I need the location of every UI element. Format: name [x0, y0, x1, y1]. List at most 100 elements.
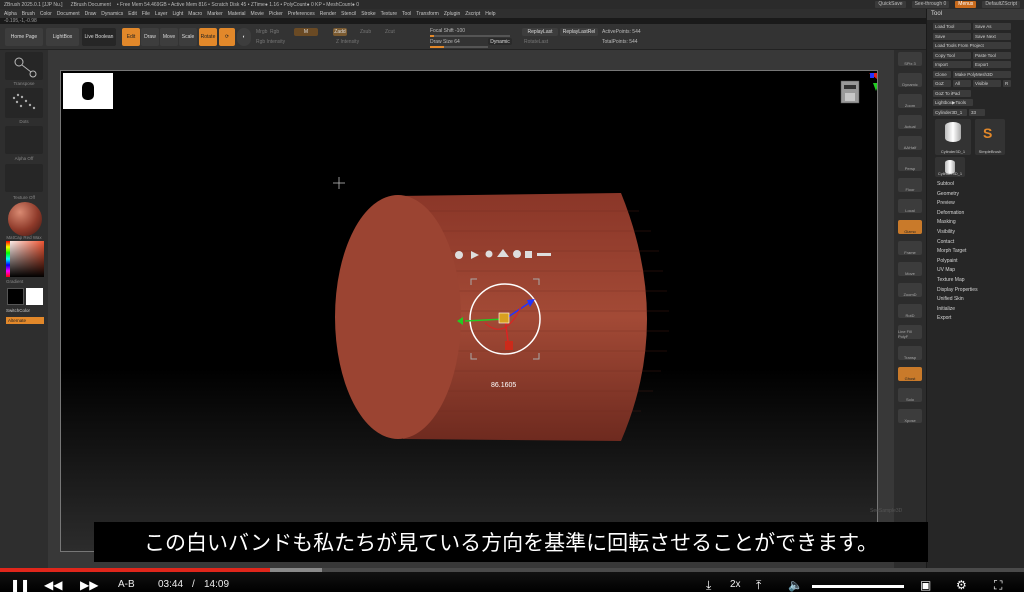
menus-button[interactable]: Menus — [955, 1, 977, 8]
tool-lightbox-tools-button[interactable]: Lightbox▶Tools — [933, 99, 973, 106]
secondary-color-swatch[interactable] — [26, 288, 43, 305]
gizmo-more-icon[interactable] — [537, 253, 551, 256]
tool-export-button[interactable]: Export — [973, 61, 1011, 68]
focal-shift-track[interactable] — [430, 35, 510, 37]
shelf-button-transp[interactable]: Transp — [898, 346, 922, 360]
shelf-button-xpose[interactable]: Xpose — [898, 409, 922, 423]
menu-color[interactable]: Color — [40, 11, 52, 17]
shelf-button-gizmo[interactable]: Gizmo — [898, 220, 922, 234]
live-boolean-button[interactable]: Live Boolean — [82, 28, 116, 46]
tool-thumbnail[interactable]: Cylinder3D_1 — [935, 157, 965, 177]
tool-menu-subtool[interactable]: Subtool — [937, 181, 954, 187]
download-icon[interactable]: ⤓ — [706, 578, 711, 592]
scale-button[interactable]: Scale — [179, 28, 197, 46]
tool-menu-contact[interactable]: Contact — [937, 239, 954, 245]
menu-movie[interactable]: Movie — [251, 11, 264, 17]
fullscreen-icon[interactable]: ⛶ — [994, 578, 1002, 592]
tool-menu-morph-target[interactable]: Morph Target — [937, 248, 966, 254]
menu-edit[interactable]: Edit — [128, 11, 137, 17]
fast-forward-icon[interactable]: ▶▶ — [80, 578, 98, 592]
shelf-button-zoom[interactable]: Zoom — [898, 94, 922, 108]
tool-r-button[interactable]: R — [1003, 80, 1011, 87]
tool-save-as-button[interactable]: Save As — [973, 23, 1011, 30]
menu-tool[interactable]: Tool — [402, 11, 411, 17]
material-swatch[interactable] — [8, 202, 42, 236]
menu-transform[interactable]: Transform — [416, 11, 439, 17]
zsub-toggle[interactable]: Zsub — [360, 29, 371, 35]
stroke-selector[interactable] — [5, 88, 43, 118]
gizmo-reset-icon[interactable] — [513, 250, 521, 258]
shelf-button-frame[interactable]: Frame — [898, 241, 922, 255]
tool-menu-export[interactable]: Export — [937, 315, 951, 321]
alternate-button[interactable]: Alternate — [6, 317, 44, 324]
gizmo-icon[interactable]: ⟳ — [219, 28, 235, 46]
shelf-button-move[interactable]: Move — [898, 262, 922, 276]
menu-zplugin[interactable]: Zplugin — [444, 11, 460, 17]
navigation-cube-icon[interactable] — [840, 73, 878, 104]
alpha-selector[interactable] — [5, 126, 43, 154]
tool-visible-button[interactable]: Visible — [973, 80, 1001, 87]
switch-color-button[interactable]: SwitchColor — [0, 308, 48, 313]
shelf-button-ghost[interactable]: Ghost — [898, 367, 922, 381]
menu-dynamics[interactable]: Dynamics — [101, 11, 123, 17]
picture-in-picture-icon[interactable]: ▣ — [920, 578, 931, 592]
progress-bar[interactable] — [0, 568, 1024, 572]
gizmo-settings-icon[interactable] — [455, 251, 463, 259]
volume-slider[interactable] — [812, 585, 904, 588]
shelf-button-zoomd[interactable]: ZoomD — [898, 283, 922, 297]
menu-file[interactable]: File — [142, 11, 150, 17]
tool-all-button[interactable]: All — [953, 80, 971, 87]
tool-menu-texture-map[interactable]: Texture Map — [937, 277, 965, 283]
tool-panel-header[interactable]: Tool — [927, 9, 1024, 20]
tool-goz-button[interactable]: GoZ — [933, 80, 951, 87]
menu-zscript[interactable]: Zscript — [465, 11, 480, 17]
shelf-button-actual[interactable]: Actual — [898, 115, 922, 129]
focal-shift-slider[interactable]: Focal Shift -100 — [430, 28, 465, 34]
tool-save-next-button[interactable]: Save Next — [973, 32, 1011, 40]
tool-load-tools-from-project-button[interactable]: Load Tools From Project — [933, 42, 1011, 49]
menu-render[interactable]: Render — [320, 11, 336, 17]
tool-menu-geometry[interactable]: Geometry — [937, 191, 959, 197]
menu-material[interactable]: Material — [228, 11, 246, 17]
zscript-button[interactable]: DefaultZScript — [982, 1, 1020, 8]
tool-load-tool-button[interactable]: Load Tool — [933, 23, 971, 30]
move-button[interactable]: Move — [160, 28, 178, 46]
volume-icon[interactable]: 🔈 — [788, 578, 803, 592]
tool-menu-polypaint[interactable]: Polypaint — [937, 258, 958, 264]
shelf-button-spix-3[interactable]: SPix 3 — [898, 52, 922, 66]
tool-menu-preview[interactable]: Preview — [937, 200, 955, 206]
draw-button[interactable]: Draw — [141, 28, 159, 46]
quicksave-button[interactable]: QuickSave — [875, 1, 906, 8]
shelf-button-rotd[interactable]: RotD — [898, 304, 922, 318]
tool-menu-uv-map[interactable]: UV Map — [937, 267, 955, 273]
menu-draw[interactable]: Draw — [85, 11, 97, 17]
menu-preferences[interactable]: Preferences — [288, 11, 315, 17]
tool-copy-tool-button[interactable]: Copy Tool — [933, 51, 971, 59]
menu-marker[interactable]: Marker — [207, 11, 223, 17]
menu-layer[interactable]: Layer — [155, 11, 168, 17]
shelf-button-dynamic[interactable]: Dynamic — [898, 73, 922, 87]
tool-import-button[interactable]: Import — [933, 61, 971, 68]
ab-repeat-button[interactable]: A-B — [118, 579, 135, 590]
tool-menu-unified-skin[interactable]: Unified Skin — [937, 296, 964, 302]
shelf-button-line-fill-polyf[interactable]: Line Fill PolyF — [898, 325, 922, 339]
menu-light[interactable]: Light — [172, 11, 183, 17]
tool-paste-tool-button[interactable]: Paste Tool — [973, 51, 1011, 59]
mrgb-toggle[interactable]: Mrgb — [256, 29, 267, 35]
dynamic-button[interactable]: Dynamic — [488, 38, 512, 45]
draw-size-track[interactable] — [430, 46, 488, 48]
replay-last-rel-button[interactable]: ReplayLastRel — [560, 28, 598, 36]
shelf-button-aahalf[interactable]: AAHalf — [898, 136, 922, 150]
tool-menu-initialize[interactable]: Initialize — [937, 306, 955, 312]
tool-menu-display-properties[interactable]: Display Properties — [937, 287, 978, 293]
upload-icon[interactable]: ⤒ — [756, 578, 761, 592]
rewind-icon[interactable]: ◀◀ — [44, 578, 62, 592]
shelf-button-floor[interactable]: Floor — [898, 178, 922, 192]
zadd-toggle[interactable]: Zadd — [333, 28, 347, 36]
menu-stroke[interactable]: Stroke — [361, 11, 375, 17]
tool-33-button[interactable]: 33 — [969, 108, 985, 116]
material-sphere-icon[interactable]: ◐ — [237, 28, 251, 46]
tool-cylinder3d-1-button[interactable]: Cylinder3D_1 — [933, 108, 967, 116]
replay-last-button[interactable]: ReplayLast — [522, 28, 558, 36]
menu-texture[interactable]: Texture — [381, 11, 397, 17]
